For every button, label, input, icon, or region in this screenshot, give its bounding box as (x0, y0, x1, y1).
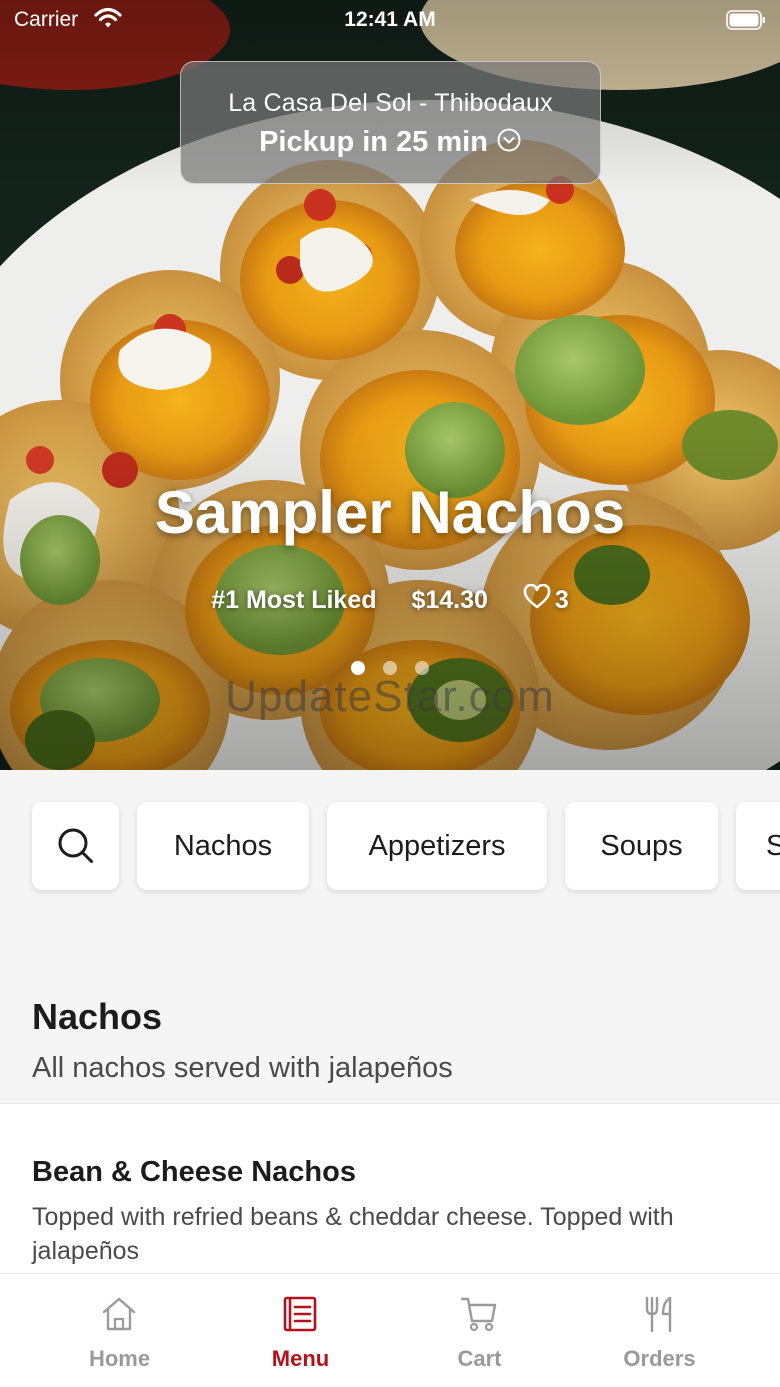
menu-section-header: Nachos All nachos served with jalapeños (0, 940, 780, 1104)
featured-price: $14.30 (411, 585, 488, 614)
tab-cart[interactable]: Cart (382, 1274, 577, 1387)
featured-rank: #1 Most Liked (211, 585, 377, 614)
app-screen: Carrier 12:41 AM La Casa Del Sol - Thibo… (0, 0, 780, 1387)
section-title: Nachos (32, 996, 163, 1037)
watermark-text: UpdateStar.com (225, 672, 555, 721)
heart-icon[interactable] (523, 583, 551, 610)
tab-orders-label: Orders (623, 1346, 696, 1371)
bottom-tab-bar: Home Menu Cart Orders (0, 1273, 780, 1387)
category-chips: Nachos Appetizers Soups S (0, 770, 780, 940)
pickup-time: Pickup in 25 min (181, 126, 600, 159)
featured-hero[interactable]: Carrier 12:41 AM La Casa Del Sol - Thibo… (0, 0, 780, 770)
category-chip-nachos[interactable]: Nachos (137, 802, 309, 890)
chevron-down-circle-icon (497, 128, 521, 152)
category-chip-partial[interactable]: S (736, 802, 780, 890)
featured-likes-count: 3 (554, 585, 569, 614)
section-subtitle: All nachos served with jalapeños (32, 1052, 453, 1084)
tab-orders[interactable]: Orders (562, 1274, 757, 1387)
category-chip-appetizers[interactable]: Appetizers (327, 802, 547, 890)
featured-item-meta: #1 Most Liked $14.30 3 (0, 583, 780, 615)
tab-menu-label: Menu (271, 1346, 330, 1371)
battery-icon (726, 10, 765, 30)
status-bar: Carrier 12:41 AM (0, 0, 780, 40)
category-chip-soups[interactable]: Soups (565, 802, 718, 890)
pickup-selector[interactable]: La Casa Del Sol - Thibodaux Pickup in 25… (180, 61, 601, 184)
fork-knife-icon (645, 1296, 672, 1333)
tab-home-label: Home (88, 1346, 151, 1371)
tab-cart-label: Cart (457, 1346, 502, 1371)
category-search-button[interactable] (32, 802, 119, 890)
cart-icon (460, 1297, 497, 1332)
pickup-time-label: Pickup in 25 min (259, 126, 488, 158)
tab-home[interactable]: Home (22, 1274, 217, 1387)
menu-icon (283, 1296, 317, 1332)
tab-menu[interactable]: Menu (203, 1274, 398, 1387)
restaurant-name: La Casa Del Sol - Thibodaux (228, 89, 553, 117)
menu-item-description: Topped with refried beans & cheddar chee… (32, 1203, 674, 1265)
home-icon (102, 1297, 136, 1331)
status-time: 12:41 AM (344, 8, 436, 31)
menu-item-card[interactable]: Bean & Cheese Nachos Topped with refried… (0, 1104, 780, 1284)
menu-item-name: Bean & Cheese Nachos (32, 1156, 356, 1188)
search-icon (58, 828, 93, 863)
featured-item-title: Sampler Nachos (154, 479, 626, 546)
